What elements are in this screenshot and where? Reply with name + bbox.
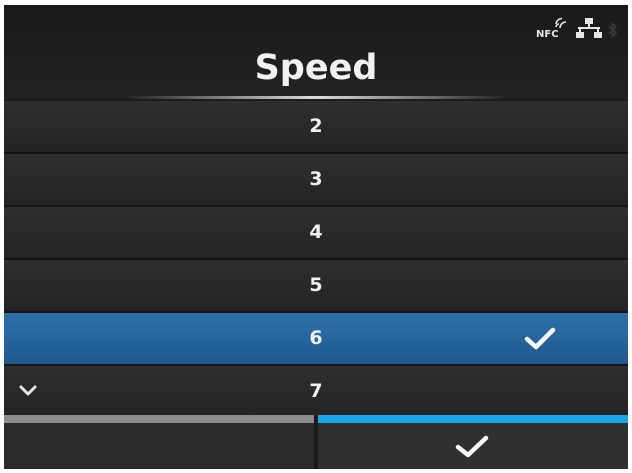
list-item-label: 5	[309, 274, 323, 296]
bottom-bar	[4, 415, 628, 469]
list-item[interactable]: 4	[4, 207, 628, 260]
list-item-label: 7	[309, 380, 323, 402]
list-item-selected[interactable]: 6	[4, 313, 628, 366]
back-button[interactable]	[4, 415, 314, 469]
page-title: Speed	[254, 48, 378, 88]
bluetooth-icon	[608, 21, 618, 43]
title-underline	[124, 96, 508, 99]
list-item-label: 4	[309, 221, 323, 243]
checkmark-icon	[455, 435, 489, 463]
list-item[interactable]: 5	[4, 260, 628, 313]
network-icon	[576, 17, 602, 43]
nfc-label: NFC	[536, 29, 559, 40]
checkmark-icon	[524, 327, 556, 355]
nfc-icon: NFC	[536, 17, 570, 41]
list-item[interactable]: 3	[4, 154, 628, 207]
list-item[interactable]: 2	[4, 101, 628, 154]
header: NFC Speed	[4, 5, 628, 99]
list-item-label: 3	[309, 168, 323, 190]
list-item-label: 2	[309, 115, 323, 137]
status-bar: NFC	[536, 17, 618, 41]
confirm-button[interactable]	[318, 415, 628, 469]
list-item[interactable]: 7	[4, 366, 628, 419]
printer-display: NFC Speed 2 3 4 5 6 7	[4, 5, 628, 469]
